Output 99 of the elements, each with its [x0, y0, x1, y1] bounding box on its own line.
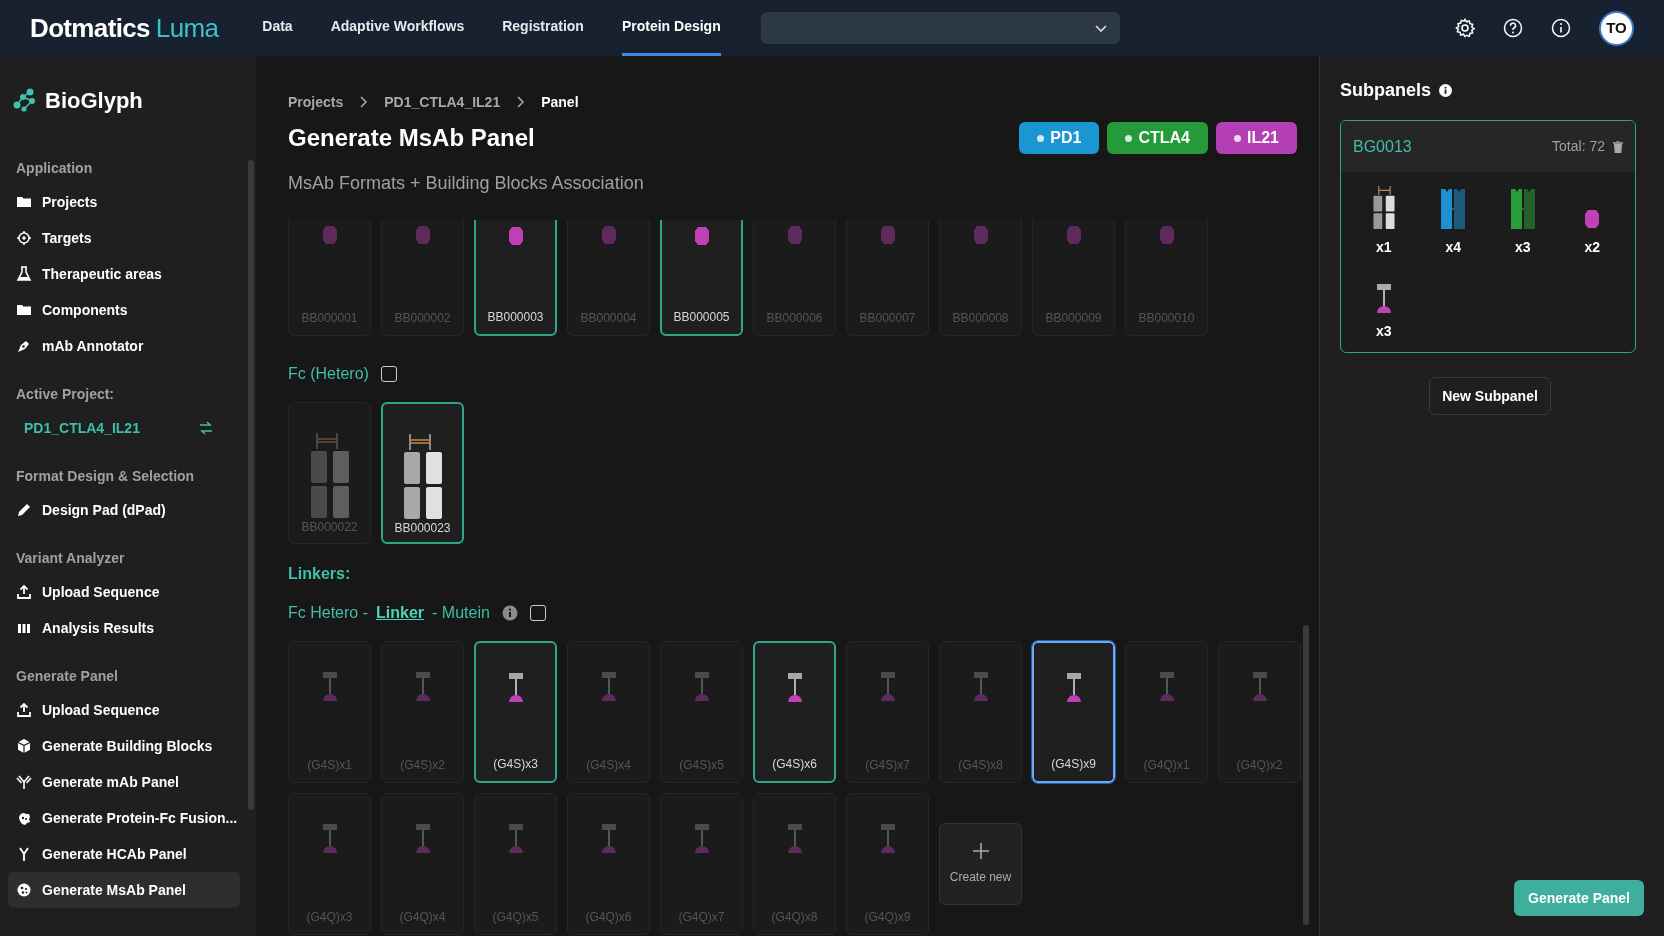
section-heading: Generate Panel — [15, 666, 119, 686]
nav-tab[interactable]: Adaptive Workflows — [330, 0, 465, 56]
target-tag: CTLA4 — [1107, 122, 1208, 154]
panel-title: Subpanels — [1340, 78, 1432, 102]
nav-tab[interactable]: Data — [262, 0, 293, 56]
mutein-icon — [786, 225, 803, 245]
subpanel-name: BG0013 — [1353, 136, 1412, 157]
fab-fragment-icon — [1441, 189, 1466, 229]
building-block-card[interactable]: BB000005 — [660, 220, 743, 336]
group-heading: Fc Hetero - Linker - Mutein — [288, 603, 490, 623]
pencil-icon — [16, 502, 32, 518]
building-block-card[interactable]: BB000023 — [381, 402, 464, 544]
mutein-icon — [321, 225, 338, 245]
user-avatar[interactable]: TO — [1599, 10, 1634, 46]
item-count: x2 — [1584, 238, 1601, 257]
mutein-icon — [507, 226, 524, 246]
fc-dimer-icon — [403, 434, 442, 519]
checkbox[interactable] — [380, 366, 397, 382]
nav-tab[interactable]: Protein Design — [621, 0, 721, 56]
sidebar-item[interactable]: Analysis Results — [8, 610, 240, 646]
molecule-logo-icon — [12, 87, 37, 113]
fc-dimer-icon — [1371, 186, 1396, 229]
create-new-button[interactable]: Create new — [939, 823, 1022, 905]
help-icon[interactable] — [1503, 18, 1523, 38]
pen-nib-icon — [16, 338, 32, 354]
flask-icon — [16, 266, 32, 282]
app-title: BioGlyph — [45, 86, 143, 115]
dotted-circle-icon — [16, 882, 32, 898]
scrollbar[interactable] — [248, 160, 254, 810]
building-block-card[interactable]: (G4S)x9 — [1032, 641, 1115, 783]
section-heading: Format Design & Selection — [15, 466, 196, 486]
info-icon[interactable] — [1439, 83, 1453, 97]
sidebar-item[interactable]: Generate Protein-Fc Fusion... — [8, 800, 240, 836]
mutein-icon — [1065, 225, 1082, 245]
breadcrumb-link[interactable]: Projects — [288, 91, 344, 113]
page-subtitle: MsAb Formats + Building Blocks Association — [288, 172, 645, 195]
select-field[interactable] — [760, 12, 1120, 44]
mutein-icon — [972, 225, 989, 245]
section-heading: Active Project: — [15, 384, 116, 404]
sidebar-item[interactable]: Components — [8, 292, 240, 328]
building-block-card[interactable]: BB000003 — [474, 220, 557, 336]
target-tag: PD1 — [1019, 122, 1100, 154]
chevron-right-icon — [516, 96, 526, 108]
antibody-icon — [16, 774, 32, 790]
new-subpanel-button[interactable]: New Subpanel — [1429, 377, 1551, 415]
brand-logo: Dotmatics Luma — [30, 11, 219, 45]
target-tag: IL21 — [1216, 122, 1297, 154]
item-count: x4 — [1445, 238, 1462, 257]
target-icon — [16, 230, 32, 246]
antibody-icon — [16, 846, 32, 862]
building-block-card[interactable]: (G4S)x3 — [474, 641, 557, 783]
blob-icon — [16, 810, 32, 826]
folder-icon — [16, 302, 32, 318]
page-title: Generate MsAb Panel — [288, 123, 535, 153]
sidebar-item[interactable]: Generate HCAb Panel — [8, 836, 240, 872]
mutein-icon — [879, 225, 896, 245]
sidebar-item[interactable]: Generate Building Blocks — [8, 728, 240, 764]
checkbox[interactable] — [529, 605, 546, 621]
subpanel-card[interactable]: BG0013 Total: 72 x1 x4 x3 x2 x3 — [1340, 120, 1636, 353]
sidebar-item[interactable]: Projects — [8, 184, 240, 220]
fab-fragment-icon — [1510, 189, 1535, 229]
breadcrumb-link[interactable]: PD1_CTLA4_IL21 — [384, 91, 501, 113]
sidebar-item[interactable]: Design Pad (dPad) — [8, 492, 240, 528]
total-count: Total: 72 — [1552, 137, 1605, 156]
active-project-link[interactable]: PD1_CTLA4_IL21 — [8, 410, 226, 446]
sidebar-item[interactable]: Targets — [8, 220, 240, 256]
item-count: x3 — [1375, 322, 1392, 341]
sidebar-item[interactable]: Upload Sequence — [8, 574, 240, 610]
item-count: x1 — [1375, 238, 1392, 257]
sidebar-item[interactable]: Generate mAb Panel — [8, 764, 240, 800]
chevron-down-icon — [1093, 22, 1108, 34]
sidebar-item[interactable]: Upload Sequence — [8, 692, 240, 728]
building-block-card[interactable]: (G4S)x6 — [753, 641, 836, 783]
mutein-icon — [1158, 225, 1175, 245]
upload-icon — [16, 584, 32, 600]
mutein-icon — [600, 225, 617, 245]
mutein-icon — [414, 225, 431, 245]
chevron-right-icon — [359, 96, 369, 108]
nav-tab[interactable]: Registration — [502, 0, 584, 56]
sidebar-item[interactable]: mAb Annotator — [8, 328, 240, 364]
fc-dimer-icon — [310, 433, 349, 518]
mutein-icon — [693, 226, 710, 246]
section-heading: Variant Analyzer — [15, 548, 126, 568]
mutein-icon — [1584, 209, 1601, 229]
sidebar-item[interactable]: Generate MsAb Panel — [8, 872, 240, 908]
folder-icon — [16, 194, 32, 210]
plus-icon — [971, 842, 990, 860]
group-heading: Fc (Hetero) — [288, 364, 369, 384]
cube-icon — [16, 738, 32, 754]
upload-icon — [16, 702, 32, 718]
section-title: Linkers: — [288, 564, 352, 584]
swap-icon — [198, 421, 214, 435]
settings-icon[interactable] — [1455, 18, 1475, 38]
section-heading: Application — [15, 158, 94, 178]
info-icon[interactable] — [1551, 18, 1571, 38]
scrollbar[interactable] — [1303, 625, 1309, 925]
trash-icon[interactable] — [1613, 140, 1623, 153]
sidebar-item[interactable]: Therapeutic areas — [8, 256, 240, 292]
item-count: x3 — [1514, 238, 1531, 257]
